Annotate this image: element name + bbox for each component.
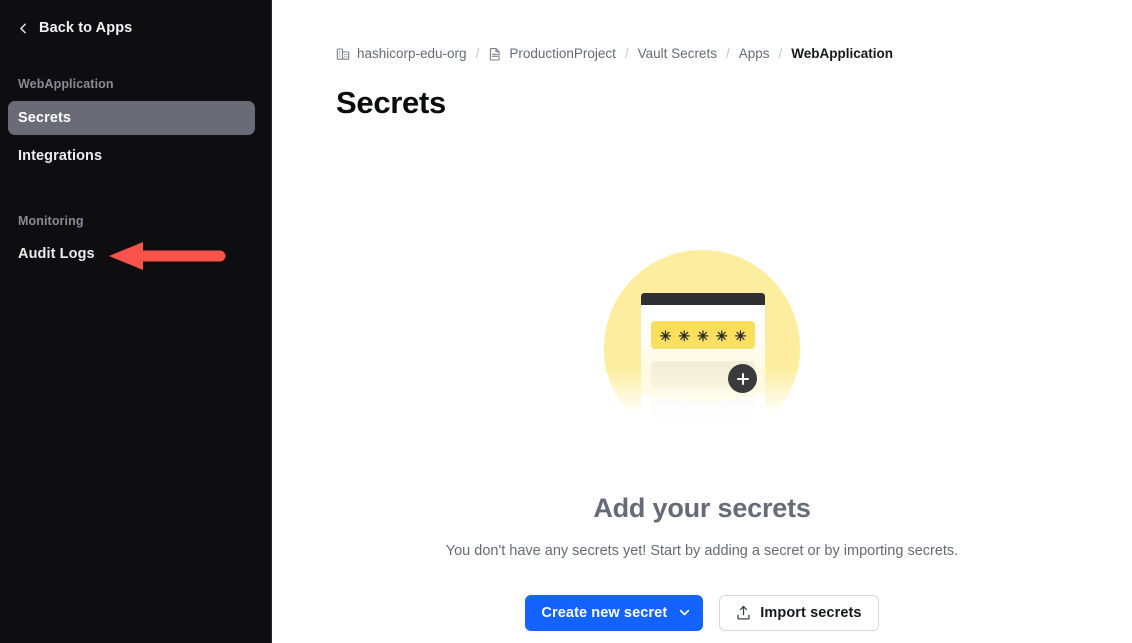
nav-group-webapplication: WebApplication Secrets Integrations	[0, 78, 271, 173]
breadcrumb-item-project[interactable]: ProductionProject	[488, 47, 616, 61]
chevron-down-icon	[679, 607, 690, 618]
asterisk-icon: ✳	[678, 328, 691, 344]
nav-group-monitoring: Monitoring Audit Logs	[0, 213, 271, 272]
chevron-left-icon	[18, 23, 29, 34]
breadcrumb-separator: /	[778, 46, 783, 62]
asterisk-icon: ✳	[734, 328, 747, 344]
breadcrumb-separator: /	[475, 46, 480, 62]
sidebar-item-label-audit-logs: Audit Logs	[18, 246, 95, 262]
plus-icon	[728, 364, 757, 393]
breadcrumb-label-org: hashicorp-edu-org	[357, 46, 467, 62]
breadcrumb-item-vault-secrets[interactable]: Vault Secrets	[638, 47, 717, 61]
back-to-apps-button[interactable]: Back to Apps	[0, 14, 271, 42]
page-title: Secrets	[336, 85, 446, 120]
back-to-apps-label: Back to Apps	[39, 19, 133, 36]
asterisk-icon: ✳	[697, 328, 709, 344]
breadcrumb-label-apps: Apps	[738, 46, 770, 62]
illustration-masked-secret-field: ✳ ✳ ✳ ✳ ✳	[651, 321, 755, 349]
sidebar-item-audit-logs[interactable]: Audit Logs	[8, 237, 255, 271]
breadcrumb-item-current: WebApplication	[791, 47, 893, 61]
create-new-secret-label: Create new secret	[541, 604, 668, 621]
add-secrets-illustration: ✳ ✳ ✳ ✳ ✳	[604, 250, 800, 446]
create-new-secret-button[interactable]: Create new secret	[525, 594, 704, 631]
import-secrets-button[interactable]: Import secrets	[719, 594, 879, 631]
breadcrumb-separator: /	[725, 46, 730, 62]
breadcrumb-item-apps[interactable]: Apps	[739, 47, 770, 61]
import-secrets-label: Import secrets	[760, 604, 862, 621]
asterisk-icon: ✳	[715, 328, 728, 344]
document-icon	[488, 47, 502, 61]
asterisk-icon: ✳	[659, 328, 672, 344]
sidebar-item-label-secrets: Secrets	[18, 109, 72, 126]
illustration-card-titlebar	[641, 293, 765, 305]
main-content: hashicorp-edu-org / ProductionProject / …	[272, 0, 1132, 643]
nav-group-label-webapplication: WebApplication	[18, 77, 114, 91]
sidebar-item-integrations[interactable]: Integrations	[8, 139, 255, 173]
nav-group-label-monitoring: Monitoring	[18, 213, 84, 228]
org-building-icon	[336, 47, 350, 61]
breadcrumb-separator: /	[624, 46, 629, 62]
breadcrumb-label-vault-secrets: Vault Secrets	[637, 46, 717, 62]
upload-icon	[736, 605, 751, 621]
breadcrumb-item-org[interactable]: hashicorp-edu-org	[336, 47, 467, 61]
empty-state: ✳ ✳ ✳ ✳ ✳ Add your secrets You don't hav…	[272, 250, 1132, 631]
sidebar: Back to Apps WebApplication Secrets Inte…	[0, 0, 272, 643]
breadcrumb: hashicorp-edu-org / ProductionProject / …	[336, 44, 1092, 64]
sidebar-item-label-integrations: Integrations	[18, 147, 103, 164]
sidebar-item-secrets[interactable]: Secrets	[8, 100, 255, 135]
breadcrumb-label-project: ProductionProject	[509, 46, 616, 62]
empty-state-subtitle: You don't have any secrets yet! Start by…	[445, 542, 959, 559]
app-root: Back to Apps WebApplication Secrets Inte…	[0, 0, 1132, 643]
empty-state-actions: Create new secret Import secrets	[525, 594, 879, 631]
illustration-fade-overlay	[604, 368, 800, 446]
empty-state-title: Add your secrets	[593, 493, 811, 523]
breadcrumb-label-current: WebApplication	[791, 46, 894, 62]
